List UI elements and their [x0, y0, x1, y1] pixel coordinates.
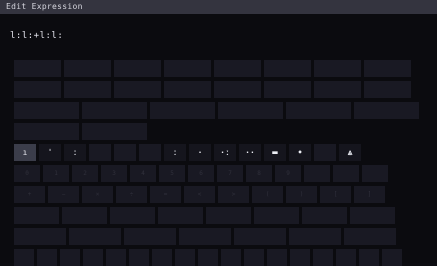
- digit-row-key-2[interactable]: 1: [43, 165, 69, 182]
- op-row-2-key-5[interactable]: [206, 207, 251, 224]
- op-row-4-key-8[interactable]: [175, 249, 195, 266]
- var-row-3-key-5[interactable]: [286, 102, 351, 119]
- digit-row-key-10[interactable]: 9: [275, 165, 301, 182]
- var-row-3-key-1[interactable]: [14, 102, 79, 119]
- edit-expression-window: Edit Expression l:l:+l:l: ıˈː ː · ·ː ·· ▬ • ⩓ 0…: [0, 0, 437, 266]
- syllable-row-key-10[interactable]: ··: [239, 144, 261, 161]
- syllable-row-key-8[interactable]: ·: [189, 144, 211, 161]
- var-row-3-key-3[interactable]: [150, 102, 215, 119]
- op-row-4-key-12[interactable]: [267, 249, 287, 266]
- digit-row-key-7[interactable]: 6: [188, 165, 214, 182]
- var-row-3-key-6[interactable]: [354, 102, 419, 119]
- op-row-2-key-8[interactable]: [350, 207, 395, 224]
- syllable-row-key-14[interactable]: ⩓: [339, 144, 361, 161]
- syllable-row-key-4[interactable]: [89, 144, 111, 161]
- var-row-2-key-1[interactable]: [14, 81, 61, 98]
- op-row-3-key-5[interactable]: [234, 228, 286, 245]
- var-row-1-key-3[interactable]: [114, 60, 161, 77]
- digit-row-key-1[interactable]: 0: [14, 165, 40, 182]
- var-row-1-key-7[interactable]: [314, 60, 361, 77]
- digit-row-key-11[interactable]: [304, 165, 330, 182]
- op-row-2-key-1[interactable]: [14, 207, 59, 224]
- digit-row-key-5[interactable]: 4: [130, 165, 156, 182]
- syllable-row-key-6[interactable]: [139, 144, 161, 161]
- op-row-4-key-7[interactable]: [152, 249, 172, 266]
- op-row-2-key-2[interactable]: [62, 207, 107, 224]
- var-row-1-key-2[interactable]: [64, 60, 111, 77]
- op-row-4-key-4[interactable]: [83, 249, 103, 266]
- syllable-row-key-2[interactable]: ˈ: [39, 144, 61, 161]
- digit-row-key-12[interactable]: [333, 165, 359, 182]
- var-row-1-key-1[interactable]: [14, 60, 61, 77]
- digit-row-key-8[interactable]: 7: [217, 165, 243, 182]
- var-row-2-key-2[interactable]: [64, 81, 111, 98]
- op-row-4-key-14[interactable]: [313, 249, 333, 266]
- window-title: Edit Expression: [0, 0, 437, 14]
- op-row-2-key-6[interactable]: [254, 207, 299, 224]
- op-row-3-key-6[interactable]: [289, 228, 341, 245]
- var-row-2-key-7[interactable]: [314, 81, 361, 98]
- syllable-row-key-1[interactable]: ı: [14, 144, 36, 161]
- op-row-4-key-1[interactable]: [14, 249, 34, 266]
- var-row-1-key-5[interactable]: [214, 60, 261, 77]
- var-row-3-key-4[interactable]: [218, 102, 283, 119]
- var-row-4-key-1[interactable]: [14, 123, 79, 140]
- syllable-row-key-3[interactable]: ː: [64, 144, 86, 161]
- op-row-4-key-15[interactable]: [336, 249, 356, 266]
- op-row-1-key-10[interactable]: [: [320, 186, 351, 203]
- expression-field[interactable]: l:l:+l:l:: [10, 28, 430, 44]
- var-row-2-key-3[interactable]: [114, 81, 161, 98]
- var-row-2-key-6[interactable]: [264, 81, 311, 98]
- op-row-1-key-6[interactable]: <: [184, 186, 215, 203]
- op-row-3-key-7[interactable]: [344, 228, 396, 245]
- syllable-row-key-11[interactable]: ▬: [264, 144, 286, 161]
- var-row-1-key-4[interactable]: [164, 60, 211, 77]
- syllable-row-key-12[interactable]: •: [289, 144, 311, 161]
- op-row-1-key-1[interactable]: +: [14, 186, 45, 203]
- op-row-1-key-11[interactable]: ]: [354, 186, 385, 203]
- var-row-3-key-2[interactable]: [82, 102, 147, 119]
- op-row-4-key-16[interactable]: [359, 249, 379, 266]
- var-row-4-key-2[interactable]: [82, 123, 147, 140]
- op-row-2-key-3[interactable]: [110, 207, 155, 224]
- op-row-3-key-2[interactable]: [69, 228, 121, 245]
- digit-row-key-9[interactable]: 8: [246, 165, 272, 182]
- op-row-3-key-1[interactable]: [14, 228, 66, 245]
- syllable-row-key-9[interactable]: ·ː: [214, 144, 236, 161]
- op-row-4-key-3[interactable]: [60, 249, 80, 266]
- op-row-4-key-9[interactable]: [198, 249, 218, 266]
- op-row-2-key-7[interactable]: [302, 207, 347, 224]
- var-row-2-key-5[interactable]: [214, 81, 261, 98]
- op-row-3-key-4[interactable]: [179, 228, 231, 245]
- op-row-4-key-10[interactable]: [221, 249, 241, 266]
- op-row-4-key-2[interactable]: [37, 249, 57, 266]
- op-row-4-key-5[interactable]: [106, 249, 126, 266]
- op-row-1-key-8[interactable]: (: [252, 186, 283, 203]
- var-row-1-key-6[interactable]: [264, 60, 311, 77]
- digit-row-key-3[interactable]: 2: [72, 165, 98, 182]
- op-row-4-key-13[interactable]: [290, 249, 310, 266]
- var-row-2-key-8[interactable]: [364, 81, 411, 98]
- digit-row-key-4[interactable]: 3: [101, 165, 127, 182]
- op-row-4-key-11[interactable]: [244, 249, 264, 266]
- syllable-row-key-13[interactable]: [314, 144, 336, 161]
- digit-row-key-6[interactable]: 5: [159, 165, 185, 182]
- op-row-1-key-7[interactable]: >: [218, 186, 249, 203]
- op-row-1-key-9[interactable]: ): [286, 186, 317, 203]
- op-row-3-key-3[interactable]: [124, 228, 176, 245]
- op-row-2-key-4[interactable]: [158, 207, 203, 224]
- syllable-row-key-5[interactable]: [114, 144, 136, 161]
- op-row-1-key-2[interactable]: −: [48, 186, 79, 203]
- op-row-1-key-3[interactable]: ×: [82, 186, 113, 203]
- var-row-2-key-4[interactable]: [164, 81, 211, 98]
- op-row-4-key-6[interactable]: [129, 249, 149, 266]
- op-row-1-key-4[interactable]: ÷: [116, 186, 147, 203]
- op-row-1-key-5[interactable]: =: [150, 186, 181, 203]
- digit-row-key-13[interactable]: [362, 165, 388, 182]
- op-row-4-key-17[interactable]: [382, 249, 402, 266]
- syllable-row-key-7[interactable]: ː: [164, 144, 186, 161]
- var-row-1-key-8[interactable]: [364, 60, 411, 77]
